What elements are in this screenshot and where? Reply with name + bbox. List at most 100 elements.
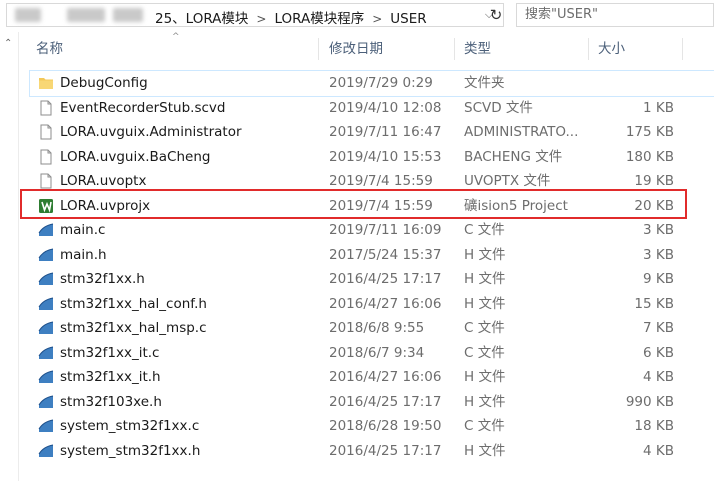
c-source-icon [38,222,54,238]
file-name: stm32f1xx_hal_conf.h [60,295,207,312]
file-name: stm32f1xx_it.h [60,369,161,385]
address-bar[interactable]: 25、LORA模块 > LORA模块程序 > USER ⌵ [6,3,504,27]
file-name: stm32f1xx_it.c [60,344,160,361]
file-size: 1 KB [643,99,674,116]
column-header-type[interactable]: 类型 [464,34,491,64]
chevron-right-icon[interactable]: > [256,12,266,26]
file-size: 18 KB [634,418,674,434]
file-date-modified: 2016/4/25 17:17 [329,442,442,459]
column-divider[interactable] [454,38,455,60]
file-type: BACHENG 文件 [464,148,563,165]
file-row[interactable]: stm32f1xx_hal_msp.c 2018/6/8 9:55 C 文件 7 KB [30,316,714,341]
file-size: 4 KB [643,442,674,459]
file-size: 3 KB [643,246,674,263]
column-header-date[interactable]: 修改日期 [329,34,383,64]
c-source-icon [38,394,54,410]
file-type: H 文件 [464,295,506,312]
chevron-right-icon[interactable]: > [372,12,382,26]
file-name: system_stm32f1xx.h [60,442,201,459]
c-source-icon [38,443,54,459]
file-row[interactable]: LORA.uvoptx 2019/7/4 15:59 UVOPTX 文件 19 KB [30,169,714,194]
c-source-icon [38,369,54,385]
c-source-icon [38,271,54,287]
file-row[interactable]: stm32f1xx_it.h 2016/4/27 16:06 H 文件 4 KB [30,365,714,390]
file-icon [38,149,54,165]
file-size: 3 KB [643,222,674,238]
file-date-modified: 2019/7/29 0:29 [329,75,433,91]
column-header-size[interactable]: 大小 [598,34,625,64]
file-name: system_stm32f1xx.c [60,418,200,434]
refresh-icon[interactable]: ↻ [486,3,506,27]
file-size: 9 KB [643,271,674,287]
file-name: LORA.uvprojx [60,197,151,214]
file-row[interactable]: LORA.uvguix.BaCheng 2019/4/10 15:53 BACHEN… [30,145,714,170]
file-row[interactable]: stm32f103xe.h 2016/4/25 17:17 H 文件 990 KB [30,390,714,415]
file-row[interactable]: stm32f1xx_it.c 2018/6/7 9:34 C 文件 6 KB [30,341,714,366]
file-icon [38,100,54,116]
search-input[interactable]: 搜索"USER" [516,3,714,27]
file-date-modified: 2016/4/25 17:17 [329,271,442,287]
column-divider[interactable] [588,38,589,60]
blurred-path-segment [15,8,41,22]
file-date-modified: 2017/5/24 15:37 [329,246,442,263]
sort-ascending-icon: ^ [172,32,180,42]
file-name: main.h [60,246,107,263]
file-type: 文件夹 [464,75,505,91]
file-date-modified: 2018/6/28 19:50 [329,418,442,434]
file-icon [38,124,54,140]
breadcrumb-item[interactable]: LORA模块程序 [274,11,364,27]
chevron-up-icon[interactable]: ⌃ [4,38,12,49]
file-row[interactable]: EventRecorderStub.scvd 2019/4/10 12:08 SCV… [30,96,714,121]
file-row[interactable]: system_stm32f1xx.c 2018/6/28 19:50 C 文件 18 … [30,414,714,439]
blurred-path-segment [67,8,105,22]
file-date-modified: 2018/6/7 9:34 [329,344,425,361]
file-name: EventRecorderStub.scvd [60,99,226,116]
file-row[interactable]: stm32f1xx.h 2016/4/25 17:17 H 文件 9 KB [30,267,714,292]
navigation-pane-edge: ⌃ [0,32,19,481]
file-name: LORA.uvguix.Administrator [60,124,242,140]
file-size: 175 KB [625,124,674,140]
file-row[interactable]: system_stm32f1xx.h 2016/4/25 17:17 H 文件 4 K… [30,439,714,464]
file-size: 180 KB [625,148,674,165]
breadcrumb-item[interactable]: USER [390,11,426,27]
file-row[interactable]: DebugConfig 2019/7/29 0:29 文件夹 [29,70,714,97]
file-type: UVOPTX 文件 [464,173,551,189]
breadcrumb-item[interactable]: 25、LORA模块 [155,11,248,27]
file-list: DebugConfig 2019/7/29 0:29 文件夹 EventRecorde… [29,70,714,464]
file-row[interactable]: main.h 2017/5/24 15:37 H 文件 3 KB [30,243,714,268]
file-size: 19 KB [634,173,674,189]
column-divider[interactable] [318,38,319,60]
file-name: LORA.uvguix.BaCheng [60,148,211,165]
c-source-icon [38,345,54,361]
file-type: H 文件 [464,393,506,410]
file-date-modified: 2018/6/8 9:55 [329,320,425,336]
c-source-icon [38,418,54,434]
file-size: 15 KB [634,295,674,312]
file-size: 6 KB [643,344,674,361]
column-header-name[interactable]: 名称 [36,34,63,64]
c-source-icon [38,296,54,312]
file-date-modified: 2019/4/10 15:53 [329,148,442,165]
column-headers: 名称 ^ 修改日期 类型 大小 [22,32,714,64]
file-size: 20 KB [634,197,674,214]
file-name: main.c [60,222,106,238]
file-name: LORA.uvoptx [60,173,147,189]
file-size: 7 KB [643,320,674,336]
column-divider[interactable] [682,38,683,60]
file-type: ADMINISTRATO... [464,124,579,140]
file-name: stm32f1xx_hal_msp.c [60,320,207,336]
breadcrumb: 25、LORA模块 > LORA模块程序 > USER [155,7,427,27]
file-row[interactable]: stm32f1xx_hal_conf.h 2016/4/27 16:06 H 文件 1… [30,292,714,317]
file-name: stm32f103xe.h [60,393,162,410]
file-date-modified: 2019/7/11 16:47 [329,124,442,140]
file-type: C 文件 [464,344,505,361]
file-row[interactable]: LORA.uvguix.Administrator 2019/7/11 16:47… [30,120,714,145]
file-row[interactable]: main.c 2019/7/11 16:09 C 文件 3 KB [30,218,714,243]
file-date-modified: 2019/7/4 15:59 [329,197,433,214]
file-date-modified: 2016/4/27 16:06 [329,369,442,385]
c-source-icon [38,320,54,336]
file-row[interactable]: LORA.uvprojx 2019/7/4 15:59 礦ision5 Projec… [30,194,714,219]
file-date-modified: 2019/4/10 12:08 [329,99,442,116]
file-type: H 文件 [464,369,506,385]
folder-icon [38,75,54,91]
